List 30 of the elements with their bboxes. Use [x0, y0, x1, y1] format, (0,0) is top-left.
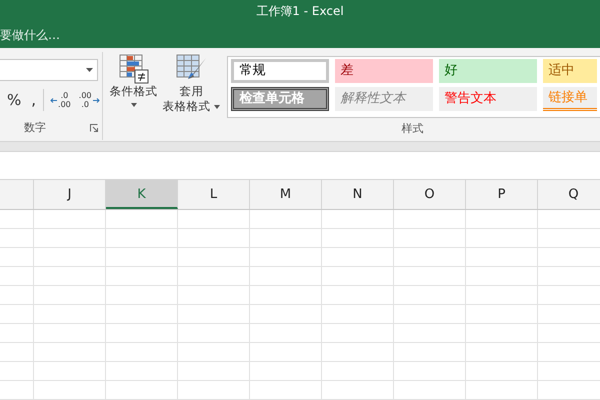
caret-icon — [214, 104, 220, 109]
left-arrow-icon — [50, 98, 58, 103]
column-header[interactable]: N — [322, 180, 394, 209]
cell-style-option[interactable]: 好 — [438, 59, 537, 83]
conditional-formatting-button[interactable]: 条件格式 — [106, 52, 161, 109]
tell-me-bar[interactable]: 要做什么… — [0, 22, 600, 48]
format-button[interactable]: , — [28, 89, 40, 112]
caret-icon — [86, 68, 93, 72]
format-button[interactable]: % — [4, 89, 24, 112]
dialog-launcher-icon[interactable] — [90, 124, 98, 132]
right-arrow-icon — [92, 98, 100, 103]
column-header[interactable]: L — [178, 180, 250, 209]
column-header[interactable]: O — [394, 180, 466, 209]
column-header[interactable]: M — [250, 180, 322, 209]
column-header[interactable]: K — [106, 180, 178, 209]
cell-style-option[interactable]: 差 — [334, 59, 433, 83]
column-header[interactable]: Q — [538, 180, 600, 209]
cell-style-option[interactable]: 适中 — [542, 59, 597, 83]
increase-decimal-button[interactable]: .0 .00 — [48, 91, 73, 110]
group-label: 样式 — [402, 122, 424, 134]
caret-icon — [130, 103, 137, 107]
group-label: 数字 — [24, 120, 46, 136]
format-as-table-button[interactable]: 套用 表格格式 — [160, 52, 223, 116]
window-title: 工作簿1 - Excel — [0, 0, 600, 22]
tell-me-field[interactable]: 要做什么… — [0, 22, 160, 48]
cell-style-option[interactable]: 常规 — [230, 59, 329, 83]
conditional-formatting-icon — [118, 54, 149, 84]
decrease-decimal-button[interactable]: .00 .0 — [76, 91, 102, 110]
column-header[interactable]: P — [466, 180, 538, 209]
number-format-dropdown[interactable] — [0, 59, 98, 81]
